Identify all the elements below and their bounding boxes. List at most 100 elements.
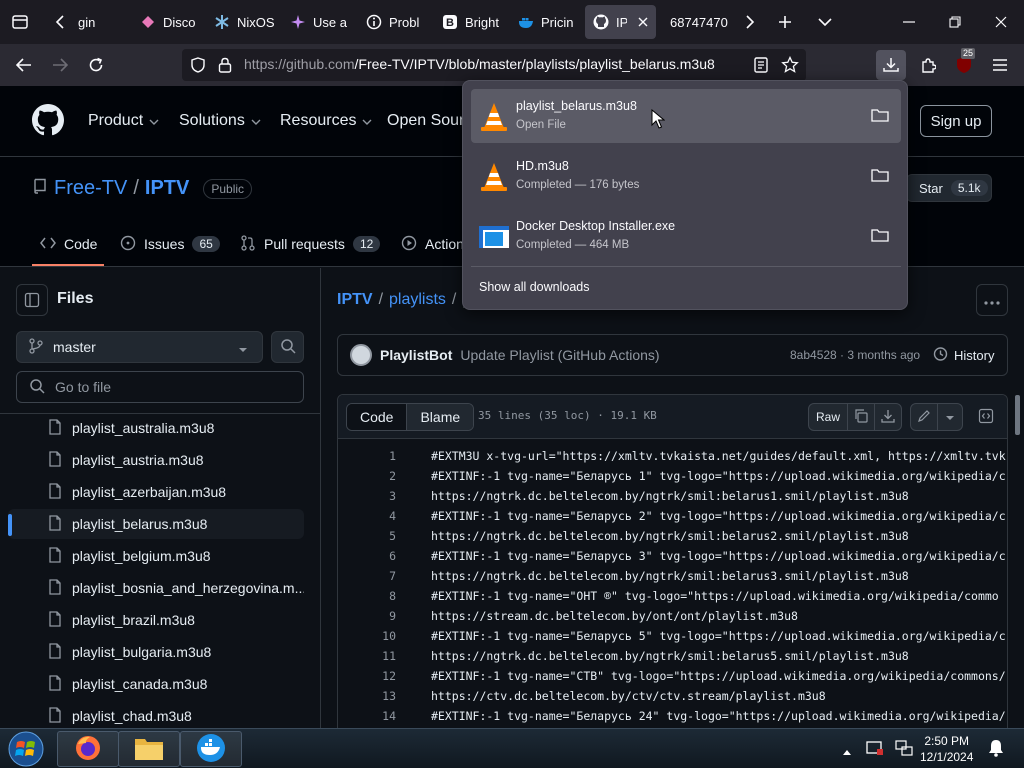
tab-68747470[interactable]: 68747470 <box>662 5 728 39</box>
star-button[interactable]: Star 5.1k <box>906 174 992 202</box>
file-tree-item[interactable]: playlist_bulgaria.m3u8 <box>8 637 304 667</box>
blame-view-button[interactable]: Blame <box>407 404 474 430</box>
url-text[interactable]: https://github.com/Free-TV/IPTV/blob/mas… <box>244 56 715 72</box>
folder-icon[interactable] <box>871 227 889 245</box>
line-number[interactable]: 13 <box>338 689 396 703</box>
tab-nixos[interactable]: NixOS <box>206 5 282 39</box>
nav-resources[interactable]: Resources <box>280 112 372 130</box>
close-window-icon[interactable] <box>978 0 1024 44</box>
tab-iptv[interactable]: IPTV <box>585 5 656 39</box>
notification-bell-icon[interactable] <box>988 739 1004 760</box>
file-tree-item[interactable]: playlist_canada.m3u8 <box>8 669 304 699</box>
line-number[interactable]: 8 <box>338 589 396 603</box>
line-number[interactable]: 11 <box>338 649 396 663</box>
docker-taskbar-button[interactable] <box>180 731 242 767</box>
line-number[interactable]: 10 <box>338 629 396 643</box>
show-hidden-icons-icon[interactable] <box>842 743 852 759</box>
nav-open-source[interactable]: Open Sour <box>387 112 464 130</box>
bookmark-star-icon[interactable] <box>781 55 799 77</box>
tab-gin[interactable]: gin <box>70 5 136 39</box>
firefox-taskbar-button[interactable] <box>57 731 119 767</box>
download-item-hd[interactable]: HD.m3u8 Completed — 176 bytes <box>471 149 901 203</box>
repo-owner-link[interactable]: Free-TV <box>54 177 127 200</box>
reader-view-icon[interactable] <box>754 57 768 76</box>
forward-arrow-icon[interactable] <box>45 50 75 80</box>
folder-icon[interactable] <box>871 167 889 185</box>
raw-button[interactable]: Raw <box>808 403 848 431</box>
tab-code[interactable]: Code <box>40 233 97 255</box>
file-tree-item[interactable]: playlist_australia.m3u8 <box>8 413 304 443</box>
branch-selector[interactable]: master <box>16 331 263 363</box>
shield-icon[interactable] <box>190 57 206 76</box>
line-number[interactable]: 9 <box>338 609 396 623</box>
back-arrow-icon[interactable] <box>9 50 39 80</box>
minimize-icon[interactable] <box>886 0 932 44</box>
page-scrollbar[interactable] <box>1012 395 1024 445</box>
tab-bright[interactable]: B Bright <box>434 5 510 39</box>
go-to-file-input[interactable]: Go to file <box>16 371 304 403</box>
edit-options-dropdown[interactable] <box>937 403 963 431</box>
address-bar[interactable]: https://github.com/Free-TV/IPTV/blob/mas… <box>182 49 806 81</box>
symbols-panel-button[interactable] <box>972 403 1000 431</box>
breadcrumb-folder-link[interactable]: playlists <box>389 291 446 309</box>
tab-discord[interactable]: Disco <box>132 5 206 39</box>
tab-use-a[interactable]: Use a <box>282 5 358 39</box>
commit-message[interactable]: Update Playlist (GitHub Actions) <box>460 347 659 363</box>
repo-name-link[interactable]: IPTV <box>145 177 189 200</box>
tab-issues[interactable]: Issues 65 <box>120 233 220 255</box>
code-view-button[interactable]: Code <box>347 404 408 430</box>
line-number[interactable]: 3 <box>338 489 396 503</box>
file-tree-item[interactable]: playlist_austria.m3u8 <box>8 445 304 475</box>
github-logo-icon[interactable] <box>32 104 64 139</box>
tab-pricing[interactable]: Pricin <box>510 5 586 39</box>
file-tree-item[interactable]: playlist_brazil.m3u8 <box>8 605 304 635</box>
line-number[interactable]: 2 <box>338 469 396 483</box>
file-explorer-taskbar-button[interactable] <box>118 731 180 767</box>
commit-author[interactable]: PlaylistBot <box>380 347 452 363</box>
nav-solutions[interactable]: Solutions <box>179 112 261 130</box>
commit-sha-time[interactable]: 8ab4528 · 3 months ago <box>790 348 920 362</box>
ublock-shield-icon[interactable]: 25 <box>949 48 979 80</box>
tab-pull-requests[interactable]: Pull requests 12 <box>240 233 381 255</box>
hamburger-menu-icon[interactable] <box>985 50 1015 80</box>
file-tree-item[interactable]: playlist_belgium.m3u8 <box>8 541 304 571</box>
copy-raw-button[interactable] <box>847 403 875 431</box>
download-raw-button[interactable] <box>874 403 902 431</box>
show-all-downloads-link[interactable]: Show all downloads <box>479 280 590 294</box>
scroll-tabs-right-icon[interactable] <box>736 8 764 36</box>
line-number[interactable]: 12 <box>338 669 396 683</box>
more-options-button[interactable] <box>976 284 1008 316</box>
tab-actions[interactable]: Action <box>401 233 464 255</box>
edit-file-button[interactable] <box>910 403 938 431</box>
sign-up-button[interactable]: Sign up <box>920 105 992 137</box>
download-item-docker-installer[interactable]: Docker Desktop Installer.exe Completed —… <box>471 209 901 263</box>
file-tree-item[interactable]: playlist_belarus.m3u8 <box>8 509 304 539</box>
avatar[interactable] <box>350 344 372 366</box>
file-tree-item[interactable]: playlist_bosnia_and_herzegovina.m... <box>8 573 304 603</box>
line-number[interactable]: 4 <box>338 509 396 523</box>
file-tree-item[interactable]: playlist_chad.m3u8 <box>8 701 304 728</box>
extensions-puzzle-icon[interactable] <box>913 50 943 80</box>
action-center-icon[interactable] <box>866 739 884 760</box>
tab-problem[interactable]: Probl <box>358 5 434 39</box>
list-all-tabs-icon[interactable] <box>811 8 839 36</box>
network-icon[interactable] <box>894 739 914 760</box>
restore-icon[interactable] <box>932 0 978 44</box>
new-tab-icon[interactable] <box>771 8 799 36</box>
system-clock[interactable]: 2:50 PM 12/1/2024 <box>920 733 973 765</box>
collapse-sidebar-icon[interactable] <box>16 284 48 316</box>
search-files-button[interactable] <box>271 331 304 363</box>
line-number[interactable]: 14 <box>338 709 396 723</box>
lock-icon[interactable] <box>218 57 232 76</box>
line-number[interactable]: 5 <box>338 529 396 543</box>
line-number[interactable]: 6 <box>338 549 396 563</box>
nav-product[interactable]: Product <box>88 112 159 130</box>
downloads-icon[interactable] <box>876 50 906 80</box>
file-tree-item[interactable]: playlist_azerbaijan.m3u8 <box>8 477 304 507</box>
line-number[interactable]: 1 <box>338 449 396 463</box>
download-item-playlist-belarus[interactable]: playlist_belarus.m3u8 Open File <box>471 89 901 143</box>
tab-overview-icon[interactable] <box>6 8 34 36</box>
folder-icon[interactable] <box>871 107 889 125</box>
start-button-icon[interactable] <box>6 730 46 768</box>
breadcrumb-repo-link[interactable]: IPTV <box>337 291 373 309</box>
